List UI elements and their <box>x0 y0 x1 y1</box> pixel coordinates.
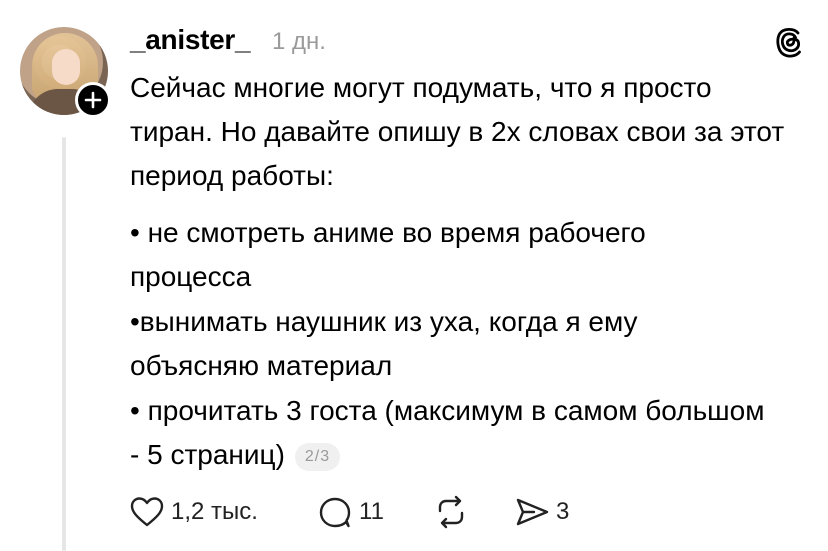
like-button[interactable]: 1,2 тыс. <box>129 495 258 529</box>
post-bullet-1: • не смотреть аниме во время рабочего пр… <box>130 217 646 292</box>
repost-button[interactable] <box>434 495 468 529</box>
share-count: 3 <box>556 498 570 525</box>
heart-icon <box>130 497 164 527</box>
username[interactable]: _anister_ <box>130 24 251 56</box>
page-indicator: 2/3 <box>294 442 341 471</box>
thread-line <box>62 137 66 551</box>
post-time: 1 дн. <box>272 28 326 55</box>
plus-icon <box>84 91 102 109</box>
comment-button[interactable]: 11 <box>317 495 384 529</box>
post-bullet-3: • прочитать 3 госта (максимум в самом бо… <box>130 389 770 477</box>
post-bullet-3-text: • прочитать 3 госта (максимум в самом бо… <box>130 395 765 470</box>
post-paragraph-intro: Сейчас многие могут подумать, что я прос… <box>130 72 785 191</box>
comment-bubble-icon <box>319 497 351 528</box>
share-button[interactable]: 3 <box>514 495 569 529</box>
follow-button[interactable] <box>75 82 111 118</box>
like-count: 1,2 тыс. <box>171 498 258 525</box>
comment-count: 11 <box>359 498 384 525</box>
send-icon <box>516 498 549 526</box>
threads-logo-icon[interactable] <box>774 26 804 58</box>
repost-icon <box>438 495 464 529</box>
post-bullet-2: •вынимать наушник из уха, когда я ему об… <box>130 306 638 381</box>
